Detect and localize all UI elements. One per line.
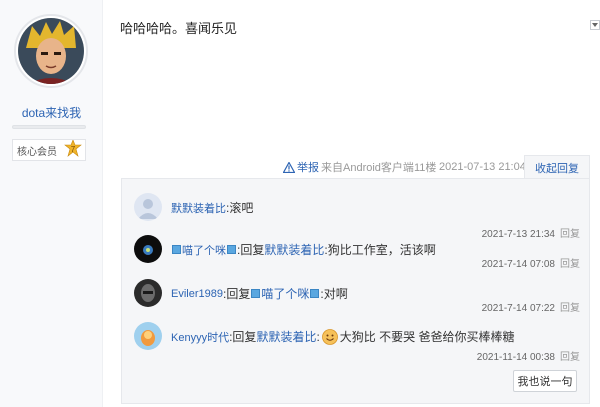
post-time: 2021-07-13 21:04 (439, 161, 526, 173)
smiley-emoji-icon (321, 328, 338, 345)
reply-prefix: 回复 (240, 243, 265, 257)
post-floor: 11楼 (414, 162, 437, 174)
menu-dropdown-icon[interactable] (590, 20, 600, 30)
member-label: 核心会员 (17, 146, 57, 158)
author-name[interactable]: dota来找我 (0, 104, 103, 121)
reply-button[interactable]: 回复 (560, 352, 580, 363)
flag-icon (251, 289, 261, 298)
author-avatar[interactable] (14, 14, 88, 88)
reply-text: :对啊 (320, 287, 348, 301)
reply-time: 2021-7-14 07:08 (481, 259, 555, 270)
flag-icon (227, 245, 236, 254)
author-sidebar: dota来找我 核心会员 7 (0, 0, 103, 407)
reply-target[interactable]: 默默装着比 (256, 328, 316, 345)
collapse-replies-button[interactable]: 收起回复 (524, 155, 590, 179)
reply-meta: 2021-7-14 07:22 回复 (482, 299, 580, 314)
post-content: 哈哈哈哈。喜闻乐见 (120, 21, 238, 36)
reply-text: 大狗比 不要哭 爸爸给你买棒棒糖 (339, 330, 515, 344)
reply-time: 2021-7-14 07:22 (481, 303, 555, 314)
report-label: 举报 (297, 162, 319, 174)
member-badge[interactable]: 核心会员 7 (12, 139, 86, 161)
reply-line: 喵了个咪 : 回复 默默装着比 :狗比工作室，活该啊 (171, 241, 436, 258)
report-link[interactable]: 举报 (283, 158, 319, 176)
reply-prefix: 回复 (232, 330, 257, 344)
reply-text: 滚吧 (229, 201, 254, 215)
reply-time: 2021-11-14 00:38 (476, 352, 555, 363)
reply-line: 默默装着比 : 滚吧 (171, 199, 253, 216)
reply-line: Eviler1989 : 回复 喵了个咪 :对啊 (171, 285, 348, 302)
reply-item: Eviler1989 : 回复 喵了个咪 :对啊 2021-7-14 07:22… (134, 279, 580, 319)
warning-icon (283, 161, 295, 173)
say-something-button[interactable]: 我也说一句 (513, 370, 577, 392)
reply-author[interactable]: Kenyyy时代 (171, 329, 229, 345)
reply-author[interactable]: 喵了个咪 (182, 242, 226, 258)
level-progress-bar (12, 125, 86, 129)
reply-avatar[interactable] (134, 322, 162, 350)
reply-text-prefix: : (316, 329, 320, 344)
reply-meta: 2021-11-14 00:38 回复 (477, 348, 580, 363)
post-client: 来自Android客户端 (321, 162, 414, 174)
reply-prefix: 回复 (226, 287, 251, 301)
author-avatar-image (18, 18, 84, 84)
reply-text: :狗比工作室，活该啊 (324, 243, 436, 257)
avatar-image (134, 235, 162, 263)
reply-line: Kenyyy时代 : 回复 默默装着比 : 大狗比 不要哭 爸爸给你买棒棒糖 (171, 328, 514, 345)
reply-avatar[interactable] (134, 279, 162, 307)
reply-target[interactable]: 默默装着比 (264, 241, 324, 258)
reply-meta: 2021-7-14 07:08 回复 (482, 255, 580, 270)
avatar-image (134, 279, 162, 307)
reply-item: Kenyyy时代 : 回复 默默装着比 : 大狗比 不要哭 爸爸给你买棒棒糖 2… (134, 322, 580, 364)
avatar-image (134, 322, 162, 350)
flag-icon (310, 289, 320, 298)
default-avatar-icon (134, 193, 162, 221)
reply-item: 默默装着比 : 滚吧 2021-7-13 21:34 回复 (134, 193, 580, 240)
reply-author[interactable]: 默默装着比 (171, 200, 226, 216)
post-main: 哈哈哈哈。喜闻乐见 举报 来自Android客户端 11楼 2021-07-13… (103, 0, 600, 407)
reply-button[interactable]: 回复 (560, 259, 580, 270)
level-badge-icon: 7 (64, 140, 82, 158)
reply-author[interactable]: Eviler1989 (171, 288, 223, 300)
reply-avatar[interactable] (134, 235, 162, 263)
reply-avatar[interactable] (134, 193, 162, 221)
flag-icon (172, 245, 181, 254)
reply-item: 喵了个咪 : 回复 默默装着比 :狗比工作室，活该啊 2021-7-14 07:… (134, 235, 580, 275)
level-number: 7 (71, 145, 76, 154)
reply-target[interactable]: 喵了个咪 (261, 285, 309, 302)
reply-button[interactable]: 回复 (560, 303, 580, 314)
